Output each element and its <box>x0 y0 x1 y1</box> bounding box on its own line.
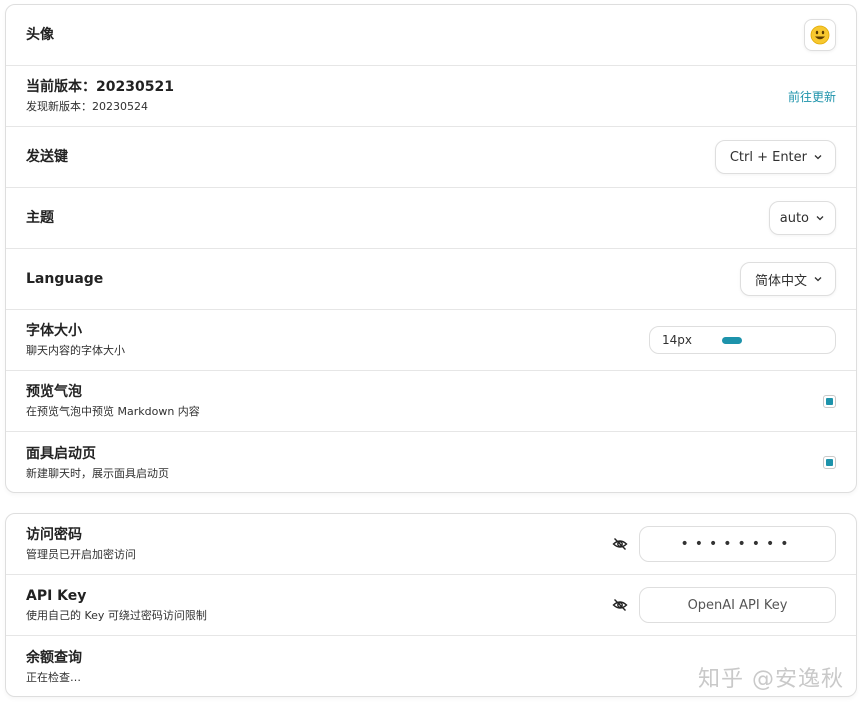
theme-select[interactable]: auto <box>768 201 836 235</box>
toggle-visibility-button[interactable] <box>611 535 629 553</box>
access-code-input[interactable]: •••••••• <box>639 526 836 562</box>
version-row: 当前版本：20230521 发现新版本：20230524 前往更新 <box>6 66 856 127</box>
access-code-row: 访问密码 管理员已开启加密访问 •••••••• <box>6 514 856 575</box>
avatar-row: 头像 <box>6 5 856 66</box>
eye-off-icon <box>612 538 628 550</box>
smiley-icon <box>810 25 830 45</box>
api-key-row: API Key 使用自己的 Key 可绕过密码访问限制 OpenAI API K… <box>6 575 856 636</box>
api-key-input[interactable]: OpenAI API Key <box>639 587 836 623</box>
chevron-down-icon <box>814 155 822 160</box>
font-size-row: 字体大小 聊天内容的字体大小 14px <box>6 310 856 371</box>
send-key-value: Ctrl + Enter <box>729 149 807 165</box>
slider-thumb[interactable] <box>722 336 742 344</box>
font-size-slider[interactable]: 14px <box>649 326 836 354</box>
checkbox-checked-mark <box>826 397 833 405</box>
watermark: 知乎 @安逸秋 <box>698 667 844 692</box>
access-code-sub: 管理员已开启加密访问 <box>26 548 136 561</box>
mask-launch-sub: 新建聊天时，展示面具启动页 <box>26 466 169 480</box>
language-select[interactable]: 简体中文 <box>739 262 836 296</box>
preview-bubble-label: 预览气泡 <box>26 384 82 400</box>
theme-row: 主题 auto <box>6 188 856 249</box>
send-key-select[interactable]: Ctrl + Enter <box>714 140 836 174</box>
font-size-value: 14px <box>662 333 692 347</box>
font-size-label: 字体大小 <box>26 323 82 339</box>
mask-launch-label: 面具启动页 <box>26 445 96 462</box>
theme-label: 主题 <box>26 210 54 226</box>
send-key-label: 发送键 <box>26 149 68 165</box>
font-size-sub: 聊天内容的字体大小 <box>26 344 125 357</box>
chevron-down-icon <box>814 277 822 282</box>
mask-launch-checkbox[interactable] <box>823 456 836 469</box>
new-version: 发现新版本：20230524 <box>26 100 148 113</box>
language-label: Language <box>26 271 104 287</box>
theme-value: auto <box>779 210 809 226</box>
preview-bubble-sub: 在预览气泡中预览 Markdown 内容 <box>26 405 200 418</box>
language-row: Language 简体中文 <box>6 249 856 310</box>
mask-launch-row: 面具启动页 新建聊天时，展示面具启动页 <box>6 432 856 492</box>
preview-bubble-checkbox[interactable] <box>823 394 836 408</box>
eye-off-icon <box>612 599 628 611</box>
toggle-visibility-button[interactable] <box>611 596 629 614</box>
api-key-sub: 使用自己的 Key 可绕过密码访问限制 <box>26 609 207 622</box>
avatar-button[interactable] <box>804 19 836 51</box>
settings-card: 头像 当前版本：20230521 发现新版本：20230524 前往更新 发送键 <box>5 4 857 493</box>
balance-sub: 正在检查… <box>26 670 81 684</box>
chevron-down-icon <box>816 216 824 221</box>
checkbox-checked-mark <box>826 459 833 466</box>
access-code-label: 访问密码 <box>26 527 82 543</box>
preview-bubble-row: 预览气泡 在预览气泡中预览 Markdown 内容 <box>6 371 856 432</box>
send-key-row: 发送键 Ctrl + Enter <box>6 127 856 188</box>
language-value: 简体中文 <box>754 273 807 289</box>
current-version: 当前版本：20230521 <box>26 79 174 95</box>
avatar-label: 头像 <box>26 27 54 43</box>
update-link[interactable]: 前往更新 <box>788 88 836 105</box>
balance-label: 余额查询 <box>26 649 82 666</box>
api-key-label: API Key <box>26 588 87 604</box>
